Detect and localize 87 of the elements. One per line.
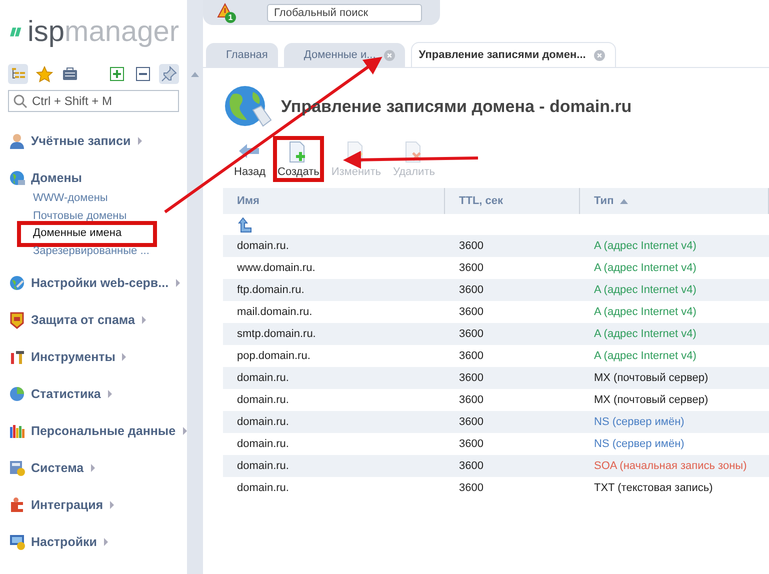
table-cell-text: A (адрес Internet v4) (593, 350, 698, 362)
table-cell-text: www.domain.ru. (236, 262, 316, 274)
sidebar-item[interactable]: Статистика (31, 386, 101, 400)
table-cell-text: A (адрес Internet v4) (593, 328, 698, 340)
table-cell-text: 3600 (458, 372, 484, 384)
expand-arrow-icon[interactable] (138, 136, 142, 144)
table-cell-text: MX (почтовый сервер) (593, 394, 710, 406)
sidebar-subitem[interactable]: WWW-домены (33, 190, 179, 208)
expand-arrow-icon[interactable] (122, 352, 126, 360)
table-cell-text: 3600 (458, 240, 484, 252)
table-cell-text: TXT (текстовая запись) (593, 482, 714, 494)
section-icon (8, 132, 26, 150)
table-cell-text: A (адрес Internet v4) (593, 306, 698, 318)
tab[interactable]: Управление записями домен... (410, 42, 616, 67)
close-icon[interactable] (384, 50, 395, 60)
table-cell-text: domain.ru. (236, 438, 290, 450)
column-header[interactable]: TTL, сек (445, 188, 580, 214)
table-cell-text: SOA (начальная запись зоны) (593, 460, 748, 472)
column-header[interactable]: Тип (580, 188, 769, 214)
sidebar-item[interactable]: Персональные данные (31, 424, 176, 438)
table-cell-text: 3600 (458, 438, 484, 450)
star-icon[interactable] (34, 64, 54, 84)
table-cell-text: 3600 (458, 460, 484, 472)
section-icon (8, 168, 26, 186)
table-cell-text: 3600 (458, 328, 484, 340)
menu-search-field[interactable]: Ctrl + Shift + M (8, 90, 179, 112)
create-button[interactable]: Создать (274, 138, 322, 180)
table-cell-text: NS (сервер имён) (593, 416, 686, 428)
logo-text: ispmanager (27, 16, 179, 48)
sidebar-item[interactable]: Система (31, 460, 84, 474)
table-cell-text: domain.ru. (236, 394, 290, 406)
expand-all-icon[interactable] (107, 64, 127, 84)
sidebar-item[interactable]: Интеграция (31, 498, 104, 512)
sidebar-item[interactable]: Инструменты (31, 350, 116, 364)
table-cell-text: A (адрес Internet v4) (593, 284, 698, 296)
table-cell-text: A (адрес Internet v4) (593, 262, 698, 274)
table-cell-text: smtp.domain.ru. (236, 328, 317, 340)
table-cell-text: A (адрес Internet v4) (593, 240, 698, 252)
up-level-icon[interactable] (237, 216, 253, 232)
table-cell-text: MX (почтовый сервер) (593, 372, 710, 384)
table-cell-text: 3600 (458, 284, 484, 296)
table-cell-text: domain.ru. (236, 482, 290, 494)
section-icon (8, 384, 26, 402)
section-icon (8, 310, 26, 328)
column-header[interactable]: Имя (223, 188, 445, 214)
section-icon (8, 274, 26, 292)
sidebar-item[interactable]: Учётные записи (31, 134, 131, 148)
section-icon (8, 532, 26, 550)
table-cell-text: mail.domain.ru. (236, 306, 314, 318)
table-cell-text: domain.ru. (236, 372, 290, 384)
table-cell-text: 3600 (458, 416, 484, 428)
tree-view-button[interactable] (8, 64, 28, 84)
table-cell-text: ftp.domain.ru. (236, 284, 306, 296)
section-icon (8, 458, 26, 476)
expand-arrow-icon[interactable] (104, 538, 108, 546)
tab[interactable]: Главная (206, 43, 278, 67)
sidebar-subitem[interactable]: Почтовые домены (33, 208, 179, 225)
pin-icon[interactable] (159, 64, 179, 84)
table-cell-text: pop.domain.ru. (236, 350, 312, 362)
sidebar-item[interactable]: Настройки (31, 534, 97, 548)
expand-arrow-icon[interactable] (108, 390, 112, 398)
expand-arrow-icon[interactable] (142, 316, 146, 324)
back-button[interactable]: Назад (231, 138, 269, 180)
sidebar-item[interactable]: Защита от спама (31, 312, 135, 326)
table-cell-text: 3600 (458, 394, 484, 406)
expand-arrow-icon[interactable] (176, 278, 180, 286)
table-cell-text: domain.ru. (236, 416, 290, 428)
expand-arrow-icon[interactable] (90, 464, 95, 472)
table-cell-text: 3600 (458, 306, 484, 318)
table-cell-text: 3600 (458, 482, 484, 494)
logo-icon (10, 25, 22, 39)
table-cell-text: 3600 (458, 350, 484, 362)
section-icon (8, 496, 26, 514)
table-cell-text: domain.ru. (236, 240, 290, 252)
close-icon[interactable] (594, 50, 605, 60)
table-cell-text: domain.ru. (236, 460, 290, 472)
sidebar-subitem[interactable]: Зарезервированные ... (33, 242, 179, 260)
global-search-field[interactable]: Глобальный поиск (267, 4, 422, 22)
collapse-all-icon[interactable] (133, 64, 153, 84)
table-cell-text: 3600 (458, 262, 484, 274)
sidebar-item[interactable]: Домены (31, 170, 82, 184)
notifications-button[interactable]: 1 (217, 2, 241, 24)
table-cell-text: NS (сервер имён) (593, 438, 686, 450)
scroll-up-icon[interactable] (191, 72, 199, 77)
expand-arrow-icon[interactable] (110, 500, 114, 508)
tab[interactable]: Доменные и... (284, 43, 405, 67)
sidebar-item[interactable]: Настройки web-серв... (31, 276, 169, 290)
